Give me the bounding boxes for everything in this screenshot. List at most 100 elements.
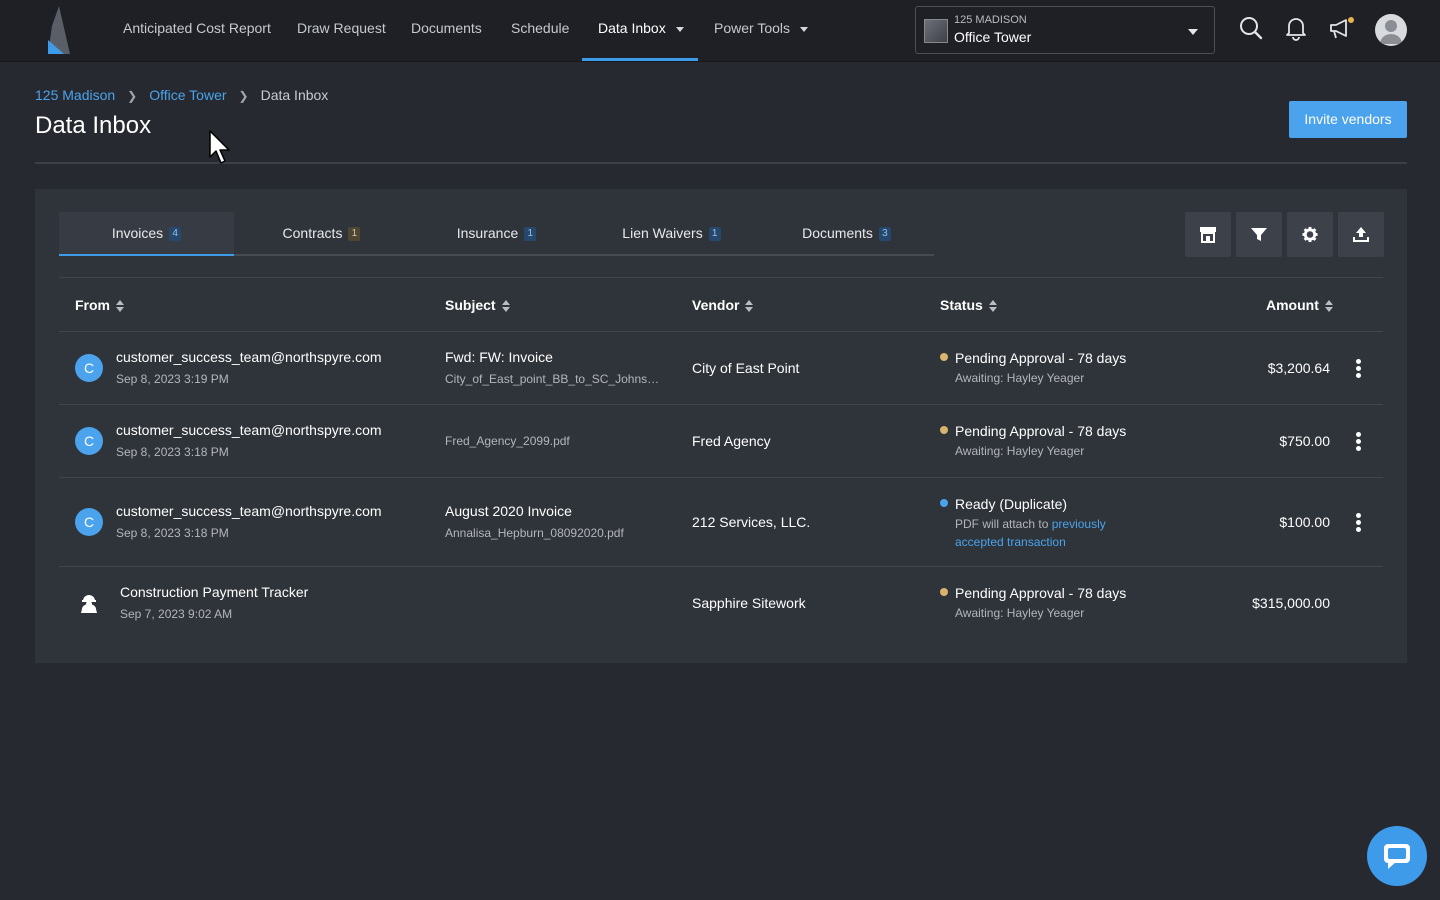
chevron-down-icon [1188, 29, 1198, 35]
subject: Fwd: FW: Invoice [445, 349, 553, 365]
attachment-filename[interactable]: City_of_East_point_BB_to_SC_Johnson... [445, 372, 663, 386]
column-vendor[interactable]: Vendor [692, 297, 754, 313]
user-avatar[interactable] [1375, 14, 1407, 46]
nav-documents[interactable]: Documents [411, 0, 482, 62]
nav-power-tools-label: Power Tools [714, 20, 791, 36]
column-label: Vendor [692, 297, 740, 313]
upload-icon [1353, 227, 1369, 242]
column-label: Status [940, 297, 983, 313]
sender-avatar: C [75, 508, 103, 536]
status-text: Ready (Duplicate) [955, 496, 1068, 512]
table-row[interactable]: C customer_success_team@northspyre.com S… [59, 332, 1383, 405]
project-name: Office Tower [954, 29, 1032, 45]
upload-button[interactable] [1338, 212, 1384, 257]
sender-email: customer_success_team@northspyre.com [116, 503, 382, 519]
attachment-filename[interactable]: Annalisa_Hepburn_08092020.pdf [445, 526, 624, 540]
invoice-amount: $3,200.64 [1267, 360, 1330, 376]
chat-icon [1384, 844, 1410, 869]
count-badge: 1 [708, 227, 721, 242]
chat-support-button[interactable] [1367, 826, 1427, 886]
nav-anticipated-cost-report[interactable]: Anticipated Cost Report [123, 0, 271, 62]
received-date: Sep 7, 2023 9:02 AM [120, 607, 233, 621]
status-duplicate-note: PDF will attach to previously accepted t… [955, 515, 1106, 551]
attachment-filename[interactable]: Fred_Agency_2099.pdf [445, 434, 570, 448]
bell-icon[interactable] [1282, 14, 1310, 42]
sender-avatar: C [75, 427, 103, 455]
breadcrumb-125-madison[interactable]: 125 Madison [35, 87, 115, 103]
project-subtitle: 125 MADISON [954, 14, 1027, 26]
column-label: Subject [445, 297, 496, 313]
count-badge: 3 [878, 227, 891, 242]
table-row[interactable]: C customer_success_team@northspyre.com S… [59, 405, 1383, 478]
breadcrumb-office-tower[interactable]: Office Tower [149, 87, 226, 103]
tab-contracts[interactable]: Contracts 1 [234, 212, 409, 256]
chevron-down-icon [800, 26, 809, 32]
more-options-icon[interactable] [1349, 359, 1367, 379]
previously-accepted-link[interactable]: accepted transaction [955, 535, 1066, 549]
settings-button[interactable] [1287, 212, 1333, 257]
breadcrumb-current: Data Inbox [260, 87, 329, 103]
megaphone-icon[interactable] [1327, 14, 1355, 42]
gear-icon [1302, 226, 1318, 243]
tab-insurance[interactable]: Insurance 1 [409, 212, 584, 256]
nav-draw-request[interactable]: Draw Request [297, 0, 386, 62]
invoice-amount: $750.00 [1279, 433, 1330, 449]
status-awaiting: Awaiting: Hayley Yeager [955, 444, 1085, 458]
status-text: Pending Approval - 78 days [955, 423, 1127, 439]
status-dot [940, 353, 948, 361]
more-options-icon[interactable] [1349, 513, 1367, 533]
tab-lien-waivers[interactable]: Lien Waivers 1 [584, 212, 759, 256]
tab-invoices[interactable]: Invoices 4 [59, 212, 234, 256]
divider [35, 162, 1407, 164]
column-subject[interactable]: Subject [445, 297, 510, 313]
column-amount[interactable]: Amount [1266, 297, 1333, 313]
vendor-name: Sapphire Sitework [692, 595, 806, 611]
nav-power-tools[interactable]: Power Tools [714, 0, 809, 62]
status-dot [940, 588, 948, 596]
sort-icon [501, 300, 510, 313]
status-note-text: PDF will attach to [955, 517, 1049, 531]
count-badge: 1 [348, 227, 361, 242]
more-options-icon[interactable] [1349, 432, 1367, 452]
top-navigation: Anticipated Cost Report Draw Request Doc… [0, 0, 1440, 62]
sender-name: Construction Payment Tracker [120, 584, 309, 600]
store-icon [1200, 227, 1216, 243]
column-status[interactable]: Status [940, 297, 997, 313]
project-selector[interactable]: 125 MADISON Office Tower [915, 6, 1215, 54]
status-awaiting: Awaiting: Hayley Yeager [955, 371, 1085, 385]
table-row[interactable]: Construction Payment Tracker Sep 7, 2023… [59, 567, 1383, 639]
vendors-button[interactable] [1185, 212, 1231, 257]
chevron-down-icon [675, 26, 684, 32]
sender-email: customer_success_team@northspyre.com [116, 349, 382, 365]
page-title: Data Inbox [35, 112, 152, 139]
northspyre-logo-icon[interactable] [48, 6, 70, 54]
search-icon[interactable] [1237, 14, 1265, 42]
status-text: Pending Approval - 78 days [955, 585, 1127, 601]
nav-data-inbox[interactable]: Data Inbox [598, 0, 684, 62]
filter-icon [1251, 228, 1267, 241]
tab-documents[interactable]: Documents 3 [759, 212, 934, 256]
filter-button[interactable] [1236, 212, 1282, 257]
sender-email: customer_success_team@northspyre.com [116, 422, 382, 438]
project-thumbnail [924, 19, 948, 43]
column-label: From [75, 297, 110, 313]
column-label: Amount [1266, 297, 1319, 313]
tab-label: Contracts [282, 225, 343, 241]
sort-icon [988, 300, 997, 313]
sort-icon [745, 300, 754, 313]
received-date: Sep 8, 2023 3:19 PM [116, 372, 229, 386]
tab-label: Insurance [456, 225, 519, 241]
column-from[interactable]: From [75, 297, 124, 313]
breadcrumb: 125 Madison ❯ Office Tower ❯ Data Inbox [35, 87, 328, 103]
vendor-name: 212 Services, LLC. [692, 514, 811, 530]
mouse-cursor-icon [209, 130, 230, 164]
invite-vendors-button[interactable]: Invite vendors [1289, 101, 1407, 138]
divider [59, 277, 1383, 278]
nav-schedule[interactable]: Schedule [511, 0, 569, 62]
subject: August 2020 Invoice [445, 503, 572, 519]
received-date: Sep 8, 2023 3:18 PM [116, 445, 229, 459]
status-awaiting: Awaiting: Hayley Yeager [955, 606, 1085, 620]
previously-accepted-link[interactable]: previously [1052, 517, 1106, 531]
vendor-name: Fred Agency [692, 433, 771, 449]
table-row[interactable]: C customer_success_team@northspyre.com S… [59, 478, 1383, 566]
